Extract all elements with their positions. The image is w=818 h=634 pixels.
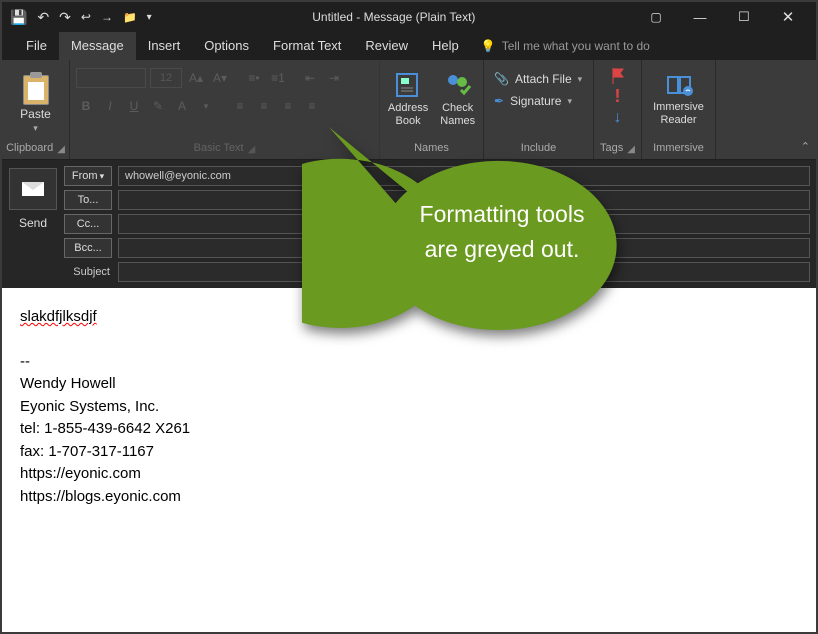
clipboard-launcher-icon[interactable]: ◢ <box>57 144 65 155</box>
check-names-icon <box>443 70 473 100</box>
undo-icon[interactable]: ↶ <box>37 9 49 26</box>
subject-input[interactable] <box>118 262 810 282</box>
bullets-icon: ≡• <box>244 68 264 88</box>
compose-header: Send From▾ whowell@eyonic.com To... Cc..… <box>2 160 816 288</box>
paste-button[interactable]: Paste ▾ <box>8 64 63 134</box>
basic-text-launcher-icon: ◢ <box>248 144 256 155</box>
tell-me-search[interactable]: 💡 Tell me what you want to do <box>481 39 650 53</box>
address-book-button[interactable]: Address Book <box>385 70 431 127</box>
ribbon-display-icon[interactable]: ▢ <box>636 10 676 24</box>
paperclip-icon: 📎 <box>494 72 509 86</box>
immersive-reader-icon <box>664 71 694 99</box>
signature-tel: tel: 1-855-439-6642 X261 <box>20 418 798 441</box>
ribbon: Paste ▾ Clipboard ◢ 12 A▴ A▾ ≡• ≡1 ⇤ ⇥ <box>2 60 816 160</box>
numbering-icon: ≡1 <box>268 68 288 88</box>
font-size-select: 12 <box>150 68 182 88</box>
align-right-icon: ≡ <box>278 96 298 116</box>
outdent-icon: ⇤ <box>300 68 320 88</box>
signature-url1: https://eyonic.com <box>20 463 798 486</box>
group-label-tags: Tags <box>600 142 623 157</box>
clipboard-icon <box>23 75 49 105</box>
group-label-immersive: Immersive <box>648 142 709 157</box>
underline-icon: U <box>124 96 144 116</box>
send-button[interactable] <box>9 168 57 210</box>
tab-options[interactable]: Options <box>192 32 261 60</box>
bold-icon: B <box>76 96 96 116</box>
highlight-icon: ✎ <box>148 96 168 116</box>
font-color-icon: A <box>172 96 192 116</box>
from-value: whowell@eyonic.com <box>118 166 810 186</box>
tab-message[interactable]: Message <box>59 32 136 60</box>
collapse-ribbon-icon[interactable]: ⌃ <box>801 140 810 153</box>
signature-company: Eyonic Systems, Inc. <box>20 396 798 419</box>
group-label-include: Include <box>490 142 587 157</box>
signature-url2: https://blogs.eyonic.com <box>20 486 798 509</box>
font-family-select <box>76 68 146 88</box>
signature-icon: ✒ <box>494 94 504 108</box>
from-button[interactable]: From▾ <box>64 166 112 186</box>
lightbulb-icon: 💡 <box>481 39 496 53</box>
tab-review[interactable]: Review <box>353 32 420 60</box>
titlebar: 💾 ↶ ↷ ↩ → 📁 ▾ Untitled - Message (Plain … <box>2 2 816 32</box>
cc-button[interactable]: Cc... <box>64 214 112 234</box>
qat-reply-icon[interactable]: ↩ <box>81 10 91 24</box>
indent-icon: ⇥ <box>324 68 344 88</box>
qat-forward-icon[interactable]: → <box>101 10 113 24</box>
align-justify-icon: ≡ <box>302 96 322 116</box>
high-importance-icon[interactable]: ! <box>615 86 621 107</box>
redo-icon[interactable]: ↷ <box>59 9 71 26</box>
save-icon[interactable]: 💾 <box>10 9 27 26</box>
group-label-clipboard: Clipboard <box>6 142 53 157</box>
signature-fax: fax: 1-707-317-1167 <box>20 441 798 464</box>
tags-launcher-icon[interactable]: ◢ <box>627 144 635 155</box>
attach-file-button[interactable]: 📎 Attach File ▾ <box>490 68 587 90</box>
cc-input[interactable] <box>118 214 810 234</box>
check-names-button[interactable]: Check Names <box>437 70 478 127</box>
italic-icon: I <box>100 96 120 116</box>
align-left-icon: ≡ <box>230 96 250 116</box>
menubar: File Message Insert Options Format Text … <box>2 32 816 60</box>
immersive-reader-button[interactable]: Immersive Reader <box>648 64 709 134</box>
subject-label: Subject <box>64 266 112 278</box>
bcc-input[interactable] <box>118 238 810 258</box>
tab-format-text[interactable]: Format Text <box>261 32 353 60</box>
qat-folder-icon[interactable]: 📁 <box>123 11 137 24</box>
signature-button[interactable]: ✒ Signature ▾ <box>490 90 587 112</box>
signature-separator: -- <box>20 351 798 374</box>
to-button[interactable]: To... <box>64 190 112 210</box>
send-label: Send <box>19 216 47 230</box>
close-icon[interactable]: ✕ <box>768 8 808 26</box>
group-label-names: Names <box>386 142 477 157</box>
envelope-icon <box>22 182 44 196</box>
bcc-button[interactable]: Bcc... <box>64 238 112 258</box>
follow-up-flag-icon[interactable] <box>611 68 625 84</box>
to-input[interactable] <box>118 190 810 210</box>
tab-help[interactable]: Help <box>420 32 471 60</box>
tab-file[interactable]: File <box>14 32 59 60</box>
group-label-basic-text: Basic Text <box>194 142 244 157</box>
typed-text: slakdfjlksdjf <box>20 308 97 325</box>
message-body[interactable]: slakdfjlksdjf -- Wendy Howell Eyonic Sys… <box>2 288 816 632</box>
maximize-icon[interactable]: ☐ <box>724 9 764 25</box>
align-center-icon: ≡ <box>254 96 274 116</box>
signature-name: Wendy Howell <box>20 373 798 396</box>
minimize-icon[interactable]: — <box>680 10 720 25</box>
address-book-icon <box>393 70 423 100</box>
grow-font-icon: A▴ <box>186 68 206 88</box>
tab-insert[interactable]: Insert <box>136 32 193 60</box>
window-title: Untitled - Message (Plain Text) <box>152 10 636 24</box>
basic-text-group: 12 A▴ A▾ ≡• ≡1 ⇤ ⇥ B I U ✎ A ▾ <box>70 60 380 159</box>
shrink-font-icon: A▾ <box>210 68 230 88</box>
low-importance-icon[interactable]: ↓ <box>614 109 622 127</box>
